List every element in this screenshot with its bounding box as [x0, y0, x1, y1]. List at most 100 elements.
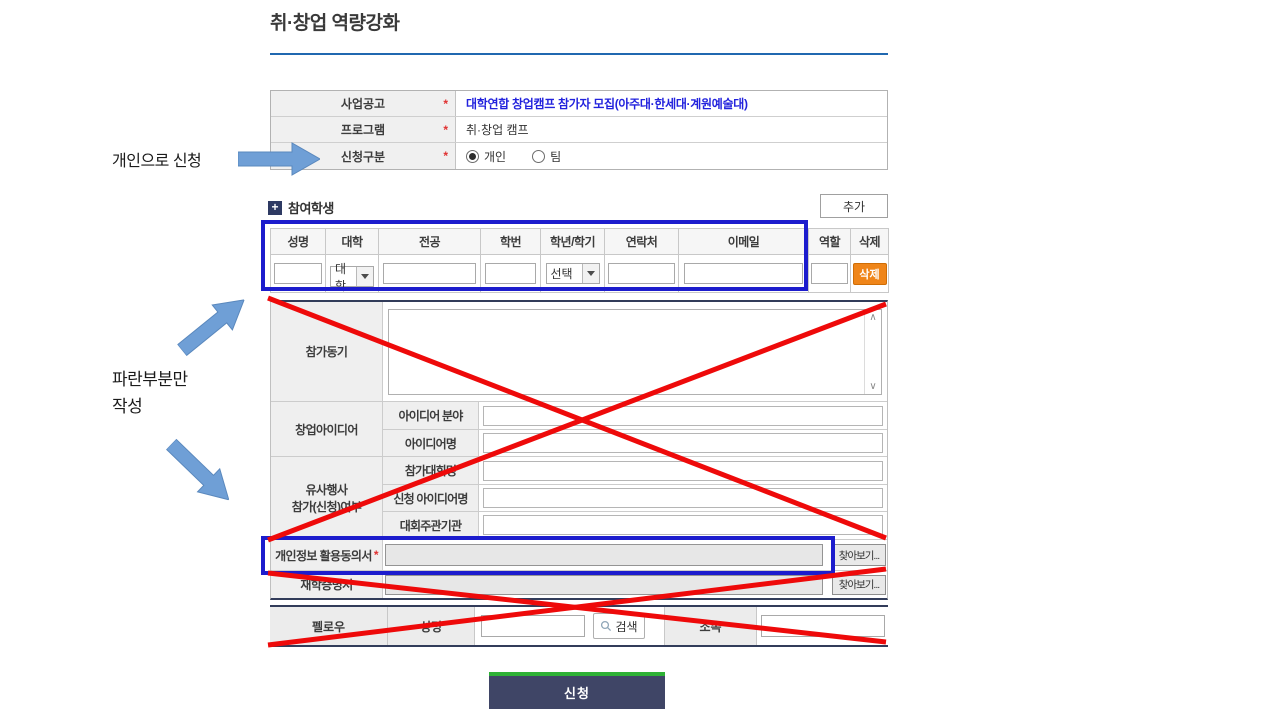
col-university: 대학	[326, 229, 379, 255]
radio-individual-label: 개인	[484, 148, 506, 165]
idea-field-input[interactable]	[483, 406, 883, 426]
radio-team[interactable]: 팀	[532, 148, 561, 165]
col-student-id: 학번	[481, 229, 541, 255]
chevron-down-icon	[582, 264, 599, 283]
student-id-input[interactable]	[485, 263, 537, 284]
participants-section-header: + 참여학생	[268, 198, 334, 217]
required-asterisk: *	[374, 548, 378, 562]
privacy-consent-label: 개인정보 활용동의서 *	[271, 540, 383, 570]
annotation-apply-as-individual: 개인으로 신청	[112, 147, 201, 171]
motivation-label: 참가동기	[271, 302, 383, 401]
idea-group: 창업아이디어 아이디어 분야 아이디어명	[271, 402, 887, 457]
label-line1: 유사행사	[306, 481, 348, 498]
required-asterisk: *	[443, 123, 448, 137]
program-value: 취·창업 캠프	[456, 117, 887, 142]
idea-field-row: 아이디어 분야	[383, 402, 887, 430]
major-input[interactable]	[383, 263, 476, 284]
col-email: 이메일	[679, 229, 809, 255]
contest-host-input[interactable]	[483, 515, 883, 535]
radio-individual-icon[interactable]	[466, 150, 479, 163]
fellow-affiliation-label: 소속	[665, 607, 757, 645]
label-text: 사업공고	[341, 95, 385, 112]
idea-field-label: 아이디어 분야	[383, 402, 479, 429]
annotation-line2: 작성	[112, 393, 188, 420]
applied-idea-row: 신청 아이디어명	[383, 485, 887, 512]
enrollment-browse-button[interactable]: 찾아보기...	[832, 575, 886, 595]
year-term-select[interactable]: 선택	[546, 263, 600, 284]
radio-individual[interactable]: 개인	[466, 148, 506, 165]
privacy-consent-file-input[interactable]	[385, 544, 823, 566]
contact-input[interactable]	[608, 263, 675, 284]
col-major: 전공	[379, 229, 481, 255]
program-label: 프로그램 *	[271, 117, 456, 142]
radio-team-label: 팀	[550, 148, 561, 165]
university-select-value: 대학	[331, 260, 356, 294]
motivation-area: ∧ ∨	[383, 302, 887, 401]
required-asterisk: *	[443, 97, 448, 111]
enrollment-cert-file-input[interactable]	[385, 575, 823, 595]
add-participant-button[interactable]: 추가	[820, 194, 888, 218]
idea-name-row: 아이디어명	[383, 430, 887, 456]
fellow-name-input[interactable]	[481, 615, 585, 637]
label-line2: 참가(신청)여부	[292, 498, 361, 515]
arrow-down-right-icon	[159, 432, 240, 512]
label-text: 신청구분	[341, 148, 385, 165]
enrollment-cert-row: 재학증명서 찾아보기...	[271, 571, 887, 598]
col-contact: 연락처	[605, 229, 679, 255]
submit-button[interactable]: 신청	[489, 672, 665, 709]
fellow-label: 펠로우	[270, 607, 388, 645]
contest-name-input[interactable]	[483, 461, 883, 481]
fellow-affiliation-input[interactable]	[761, 615, 885, 637]
year-term-select-value: 선택	[547, 265, 582, 282]
search-button-label: 검색	[615, 618, 637, 635]
motivation-row: 참가동기 ∧ ∨	[271, 302, 887, 402]
fellow-search-button[interactable]: 검색	[593, 613, 645, 639]
apply-type-value: 개인 팀	[456, 143, 887, 169]
scroll-up-icon[interactable]: ∧	[869, 312, 876, 323]
role-input[interactable]	[811, 263, 849, 284]
contest-host-row: 대회주관기관	[383, 512, 887, 538]
fellow-table: 펠로우 성명 검색 소속	[270, 605, 888, 647]
similar-event-group-label: 유사행사 참가(신청)여부	[271, 457, 383, 539]
applied-idea-input[interactable]	[483, 488, 883, 508]
idea-name-label: 아이디어명	[383, 430, 479, 456]
required-asterisk: *	[443, 149, 448, 163]
privacy-browse-button[interactable]: 찾아보기...	[832, 544, 886, 566]
business-notice-value: 대학연합 창업캠프 참가자 모집(아주대·한세대·계원예술대)	[456, 91, 887, 116]
contest-name-row: 참가대회명	[383, 457, 887, 485]
table-row-apply-type: 신청구분 * 개인 팀	[271, 143, 887, 169]
page-title: 취·창업 역량강화	[270, 8, 399, 35]
enrollment-cert-label: 재학증명서	[271, 571, 383, 598]
name-input[interactable]	[274, 263, 322, 284]
contest-name-label: 참가대회명	[383, 457, 479, 484]
col-role: 역할	[809, 229, 851, 255]
page: 취·창업 역량강화 사업공고 * 대학연합 창업캠프 참가자 모집(아주대·한세…	[0, 0, 1280, 720]
title-underline	[270, 53, 888, 55]
idea-name-input[interactable]	[483, 433, 883, 453]
applied-idea-label: 신청 아이디어명	[383, 485, 479, 511]
plus-icon: +	[268, 201, 282, 215]
application-detail-form: 참가동기 ∧ ∨ 창업아이디어 아이디어 분야 아이디어명	[270, 300, 888, 600]
label-text: 개인정보 활용동의서	[275, 547, 372, 564]
application-info-table: 사업공고 * 대학연합 창업캠프 참가자 모집(아주대·한세대·계원예술대) 프…	[270, 90, 888, 170]
participants-header-row: 성명 대학 전공 학번 학년/학기 연락처 이메일 역할 삭제	[271, 229, 889, 255]
participant-row: 대학 선택 삭제	[271, 255, 889, 293]
scrollbar[interactable]: ∧ ∨	[864, 310, 881, 394]
participants-section-title: 참여학생	[288, 198, 334, 217]
radio-team-icon[interactable]	[532, 150, 545, 163]
scroll-down-icon[interactable]: ∨	[869, 381, 876, 392]
col-delete: 삭제	[851, 229, 889, 255]
col-year-term: 학년/학기	[541, 229, 605, 255]
delete-row-button[interactable]: 삭제	[853, 263, 887, 285]
university-select[interactable]: 대학	[330, 266, 374, 287]
table-row-program: 프로그램 * 취·창업 캠프	[271, 117, 887, 143]
motivation-textarea[interactable]: ∧ ∨	[388, 309, 882, 395]
label-text: 프로그램	[341, 121, 385, 138]
annotation-blue-only: 파란부분만 작성	[112, 366, 188, 420]
participants-table: 성명 대학 전공 학번 학년/학기 연락처 이메일 역할 삭제 대학	[270, 228, 889, 293]
chevron-down-icon	[356, 267, 373, 286]
search-icon	[600, 620, 612, 632]
idea-group-label: 창업아이디어	[271, 402, 383, 456]
contest-host-label: 대회주관기관	[383, 512, 479, 538]
email-input[interactable]	[684, 263, 803, 284]
